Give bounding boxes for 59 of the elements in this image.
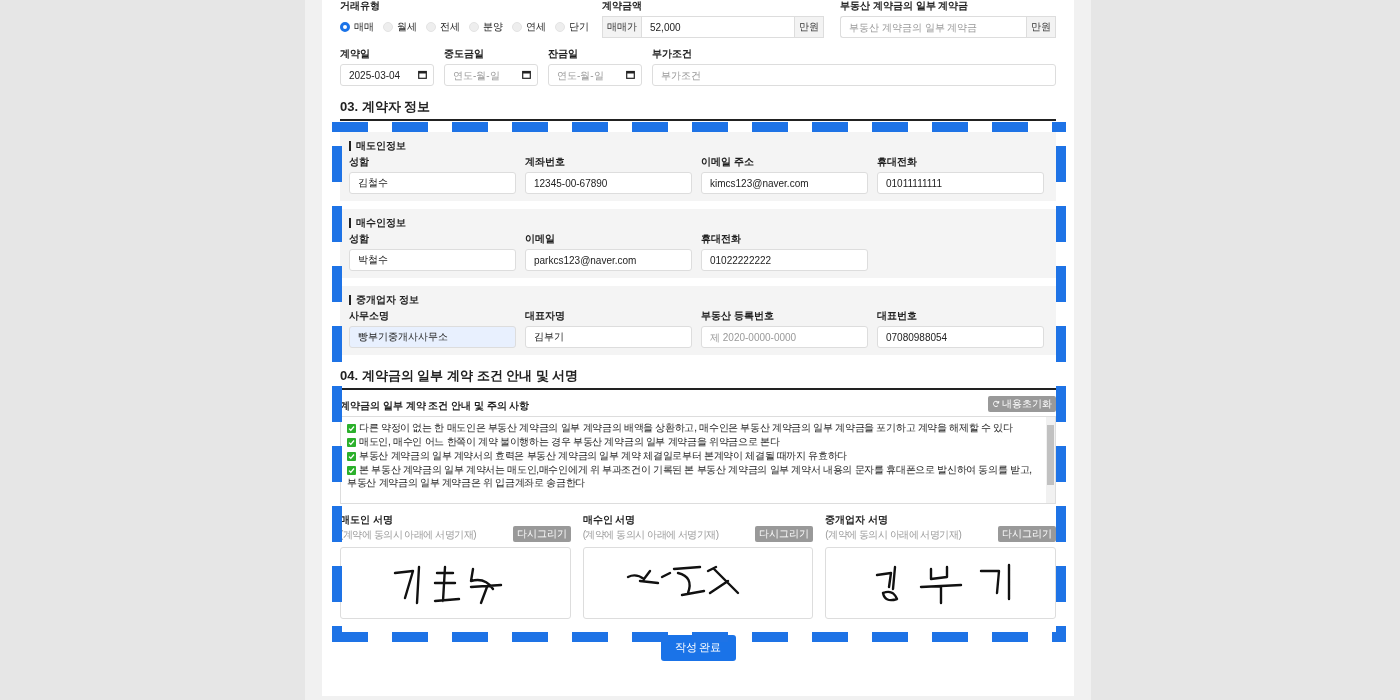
notice-item: 매도인, 매수인 어느 한쪽이 계약 불이행하는 경우 부동산 계약금의 일부 계약금을 위약금으로 본다 — [347, 435, 1040, 448]
field-label: 휴대전화 — [701, 233, 742, 245]
field-label: 성함 — [349, 156, 370, 168]
section-title: 04. 계약금의 일부 계약 조건 안내 및 서명 — [340, 355, 1056, 390]
signature-title: 매수인 서명 — [582, 514, 637, 526]
radio-option[interactable]: 단기 — [555, 20, 589, 34]
notice-item: 부동산 계약금의 일부 계약서의 효력은 부동산 계약금의 일부 계약 체결일로부터 본계약이 체결될 때까지 유효하다 — [347, 449, 1040, 462]
field-label: 부가조건 — [652, 48, 693, 60]
field-label: 대표번호 — [877, 310, 918, 322]
date-field[interactable]: 연도-월-일 — [444, 64, 538, 86]
date-field[interactable]: 2025-03-04 — [340, 64, 434, 86]
field-label: 성함 — [349, 233, 370, 245]
field-label: 중도금일 — [444, 48, 485, 60]
unit-label: 만원 — [1026, 16, 1056, 38]
field-label: 사무소명 — [349, 310, 390, 322]
field-label: 거래유형 — [340, 0, 381, 12]
signature-title: 중개업자 서명 — [825, 514, 890, 526]
radio-option[interactable]: 연세 — [512, 20, 546, 34]
notice-item: 다른 약정이 없는 한 매도인은 부동산 계약금의 일부 계약금의 배액을 상환하고, 매수인은 부동산 계약금의 일부 계약금을 포기하고 계약을 해제할 수 있다 — [347, 421, 1040, 434]
input-field[interactable]: 제 2020-0000-0000 — [701, 326, 868, 348]
field-label: 부동산 등록번호 — [701, 310, 775, 322]
field-label: 계좌번호 — [525, 156, 566, 168]
radio-option[interactable]: 월세 — [383, 20, 417, 34]
field-label: 잔금일 — [548, 48, 579, 60]
input-field[interactable]: 김부기 — [525, 326, 692, 348]
input-field[interactable]: 박철수 — [349, 249, 516, 271]
input-field[interactable]: 빵부기중개사사무소 — [349, 326, 516, 348]
input-field[interactable]: 07080988054 — [877, 326, 1044, 348]
field-label: 부동산 계약금의 일부 계약금 — [840, 0, 970, 12]
input-field[interactable]: 01011111111 — [877, 172, 1044, 194]
amount-field[interactable]: 부동산 계약금의 일부 계약금 — [840, 16, 1026, 38]
radio-option[interactable]: 전세 — [426, 20, 460, 34]
field-label: 대표자명 — [525, 310, 566, 322]
field-prefix: 매매가 — [602, 16, 642, 38]
field-label: 이메일 — [525, 233, 556, 245]
field-label: 계약금액 — [602, 0, 643, 12]
input-field[interactable]: 01022222222 — [701, 249, 868, 271]
input-field[interactable]: 김철수 — [349, 172, 516, 194]
field-label: 이메일 주소 — [701, 156, 755, 168]
signature-hint: (계약에 동의시 아래에 서명기재) — [825, 528, 962, 542]
input-field[interactable]: 부가조건 — [652, 64, 1056, 86]
date-field[interactable]: 연도-월-일 — [548, 64, 642, 86]
field-label: 계약일 — [340, 48, 371, 60]
radio-option[interactable]: 매매 — [340, 20, 374, 34]
notice-item: 본 부동산 계약금의 일부 계약서는 매도인,매수인에게 위 부과조건이 기록된 본 부동산 계약금의 일부 계약서 내용의 문자를 휴대폰으로 발신하여 동의를 받고, 부동산 계약금의 일부 계약금은 위 입금계좌로 송금한다 — [347, 463, 1033, 489]
field-label: 휴대전화 — [877, 156, 918, 168]
input-field[interactable]: kimcs123@naver.com — [701, 172, 868, 194]
radio-option[interactable]: 분양 — [469, 20, 503, 34]
signature-hint: (계약에 동의시 아래에 서명기재) — [582, 528, 719, 542]
panel-title: 중개업자 정보 — [349, 295, 419, 305]
section-title: 03. 계약자 정보 — [340, 86, 1056, 121]
submit-button[interactable]: 작성 완료 — [660, 635, 736, 661]
unit-label: 만원 — [794, 16, 824, 38]
notice-title: 계약금의 일부 계약 조건 안내 및 주의 사항 — [340, 400, 530, 412]
amount-field[interactable]: 52,000 — [642, 16, 794, 38]
panel-title: 매도인정보 — [349, 141, 406, 151]
panel-title: 매수인정보 — [349, 218, 406, 228]
input-field[interactable]: parkcs123@naver.com — [525, 249, 692, 271]
input-field[interactable]: 12345-00-67890 — [525, 172, 692, 194]
